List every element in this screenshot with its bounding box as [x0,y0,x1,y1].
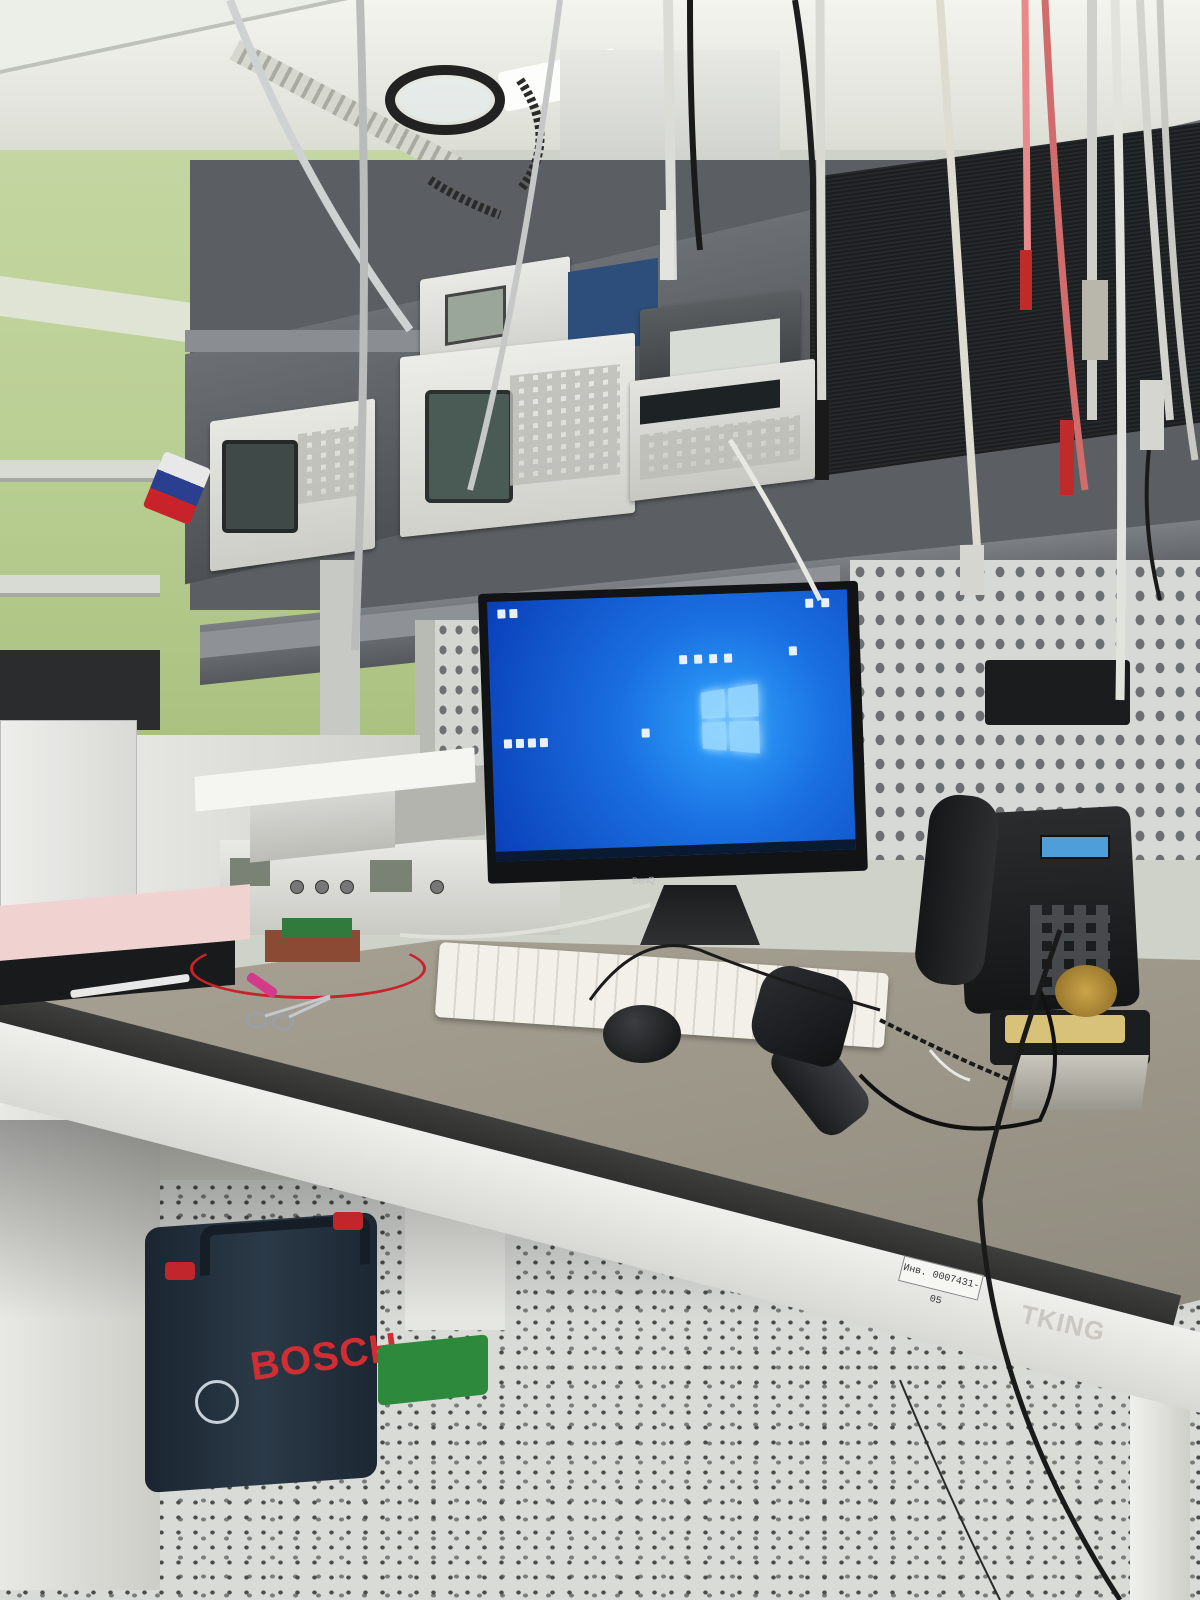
hanging-cables [226,0,1199,1600]
lab-workbench-scene: BOSCH Инв. 0007431-05 TKING BenQ [0,0,1200,1600]
